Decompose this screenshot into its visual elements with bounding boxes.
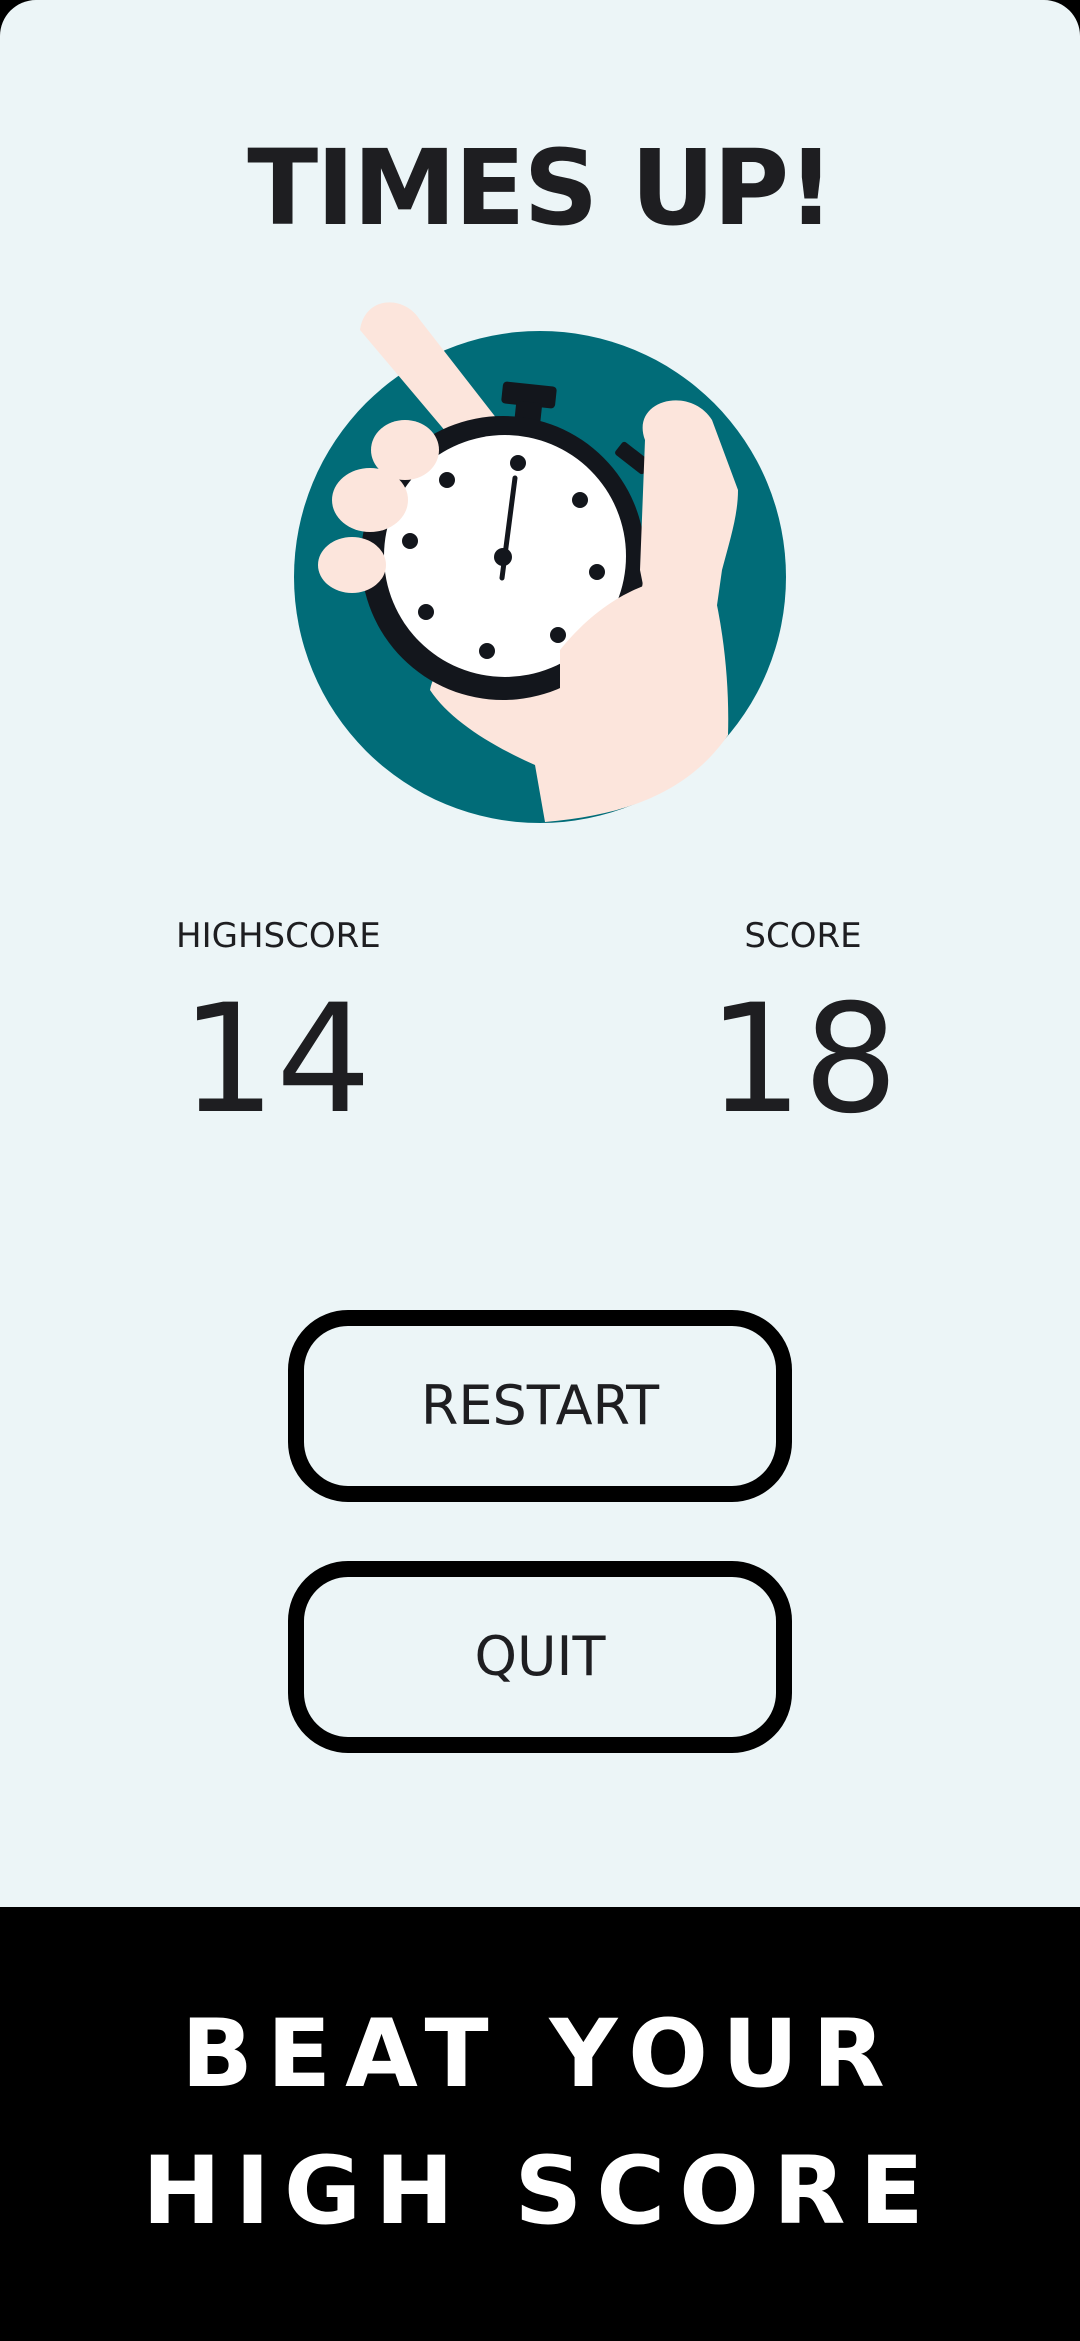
banner-text-line-1: BEAT YOUR xyxy=(181,2000,899,2109)
restart-button[interactable]: RESTART xyxy=(288,1310,792,1502)
highscore-value: 14 xyxy=(180,973,372,1147)
finger-2 xyxy=(332,468,408,532)
app-screen: TIMES UP! HIGHSCORE 14 SCORE 18 RESTART … xyxy=(0,0,1080,2341)
finger-3 xyxy=(318,537,386,593)
stopwatch-center xyxy=(494,548,512,566)
quit-button[interactable]: QUIT xyxy=(288,1561,792,1753)
game-over-panel: TIMES UP! HIGHSCORE 14 SCORE 18 RESTART … xyxy=(0,0,1080,1907)
banner-text-line-2: HIGH SCORE xyxy=(142,2137,938,2246)
page-title: TIMES UP! xyxy=(247,127,834,249)
score-label: SCORE xyxy=(744,916,862,956)
highscore-label: HIGHSCORE xyxy=(176,916,381,956)
score-value: 18 xyxy=(707,973,899,1147)
stopwatch-in-hand-icon xyxy=(294,302,786,823)
promo-banner: BEAT YOUR HIGH SCORE xyxy=(0,1907,1080,2341)
